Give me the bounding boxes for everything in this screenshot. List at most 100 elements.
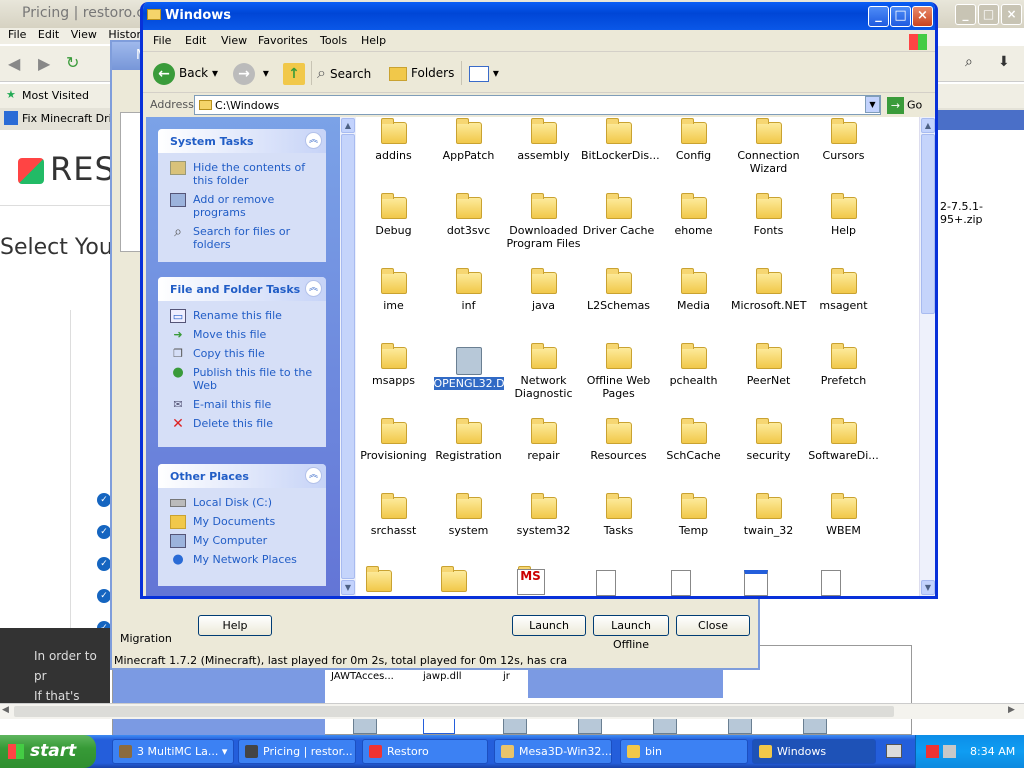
maximize-button[interactable]: □ (890, 6, 911, 27)
tray-app-icon[interactable] (943, 745, 956, 758)
file-item[interactable]: Registration (431, 418, 506, 462)
file-jawtaccess[interactable]: JAWTAcces... (331, 671, 394, 682)
file-item[interactable]: inf (431, 268, 506, 312)
task-search-files[interactable]: ⌕ Search for files or folders (158, 222, 326, 254)
file-item[interactable]: ehome (656, 193, 731, 237)
file-item[interactable]: BitLockerDis... (581, 118, 660, 162)
file-item[interactable]: security (731, 418, 806, 462)
text-file-icon[interactable] (793, 570, 868, 596)
file-item[interactable]: twain_32 (731, 493, 806, 537)
clock[interactable]: 8:34 AM (970, 745, 1015, 758)
file-tasks-header[interactable]: File and Folder Tasks (158, 277, 326, 301)
up-folder-button[interactable]: ↑ (283, 61, 309, 85)
launch-offline-button[interactable]: Launch Offline (593, 615, 669, 651)
file-item[interactable]: msapps (356, 343, 431, 387)
text-file-icon[interactable] (568, 570, 643, 596)
file-item[interactable]: L2Schemas (581, 268, 656, 312)
launch-button[interactable]: Launch (512, 615, 586, 636)
file-item[interactable]: SchCache (656, 418, 731, 462)
scroll-up-icon[interactable]: ▲ (341, 118, 355, 133)
folders-button[interactable]: Folders (389, 61, 454, 85)
file-list-scrollbar[interactable]: ▲ ▼ (919, 117, 935, 596)
file-item[interactable]: Offline Web Pages (581, 343, 656, 400)
file-item[interactable]: Provisioning (356, 418, 431, 462)
system-tasks-header[interactable]: System Tasks (158, 129, 326, 153)
scroll-left-icon[interactable]: ◀ (2, 705, 9, 715)
file-item[interactable]: WBEM (806, 493, 881, 537)
menu-file[interactable]: File (153, 34, 171, 47)
go-button[interactable]: → Go (887, 97, 922, 114)
file-item[interactable] (416, 566, 491, 596)
file-item[interactable]: Resources (581, 418, 656, 462)
file-item[interactable]: Help (806, 193, 881, 237)
scroll-up-icon[interactable]: ▲ (921, 118, 935, 133)
taskbar-pricing[interactable]: Pricing | restor... (238, 739, 356, 764)
browser-reload-icon[interactable]: ↻ (66, 53, 79, 72)
file-item[interactable]: assembly (506, 118, 581, 162)
menu-tools[interactable]: Tools (320, 34, 347, 47)
file-item[interactable]: Temp (656, 493, 731, 537)
file-jr[interactable]: jr (503, 671, 510, 682)
taskbar-restoro[interactable]: Restoro (362, 739, 488, 764)
address-input[interactable]: C:\Windows (194, 95, 881, 115)
place-my-network[interactable]: ● My Network Places (158, 550, 326, 569)
file-item[interactable]: Media (656, 268, 731, 312)
back-button[interactable]: ← Back ▾ (153, 61, 218, 85)
file-item[interactable]: AppPatch (431, 118, 506, 162)
browser-search-icon[interactable]: ⌕ (965, 54, 973, 70)
taskbar-multimc[interactable]: 3 MultiMC La... ▾ (112, 739, 234, 764)
file-item[interactable]: PeerNet (731, 343, 806, 387)
taskbar-bin[interactable]: bin (620, 739, 748, 764)
file-item[interactable]: OPENGL32.DLL (431, 347, 517, 390)
taskbar-mesa3d[interactable]: Mesa3D-Win32... (494, 739, 612, 764)
file-item[interactable]: Downloaded Program Files (506, 193, 581, 250)
scroll-down-icon[interactable]: ▼ (341, 580, 355, 595)
place-local-disk[interactable]: Local Disk (C:) (158, 493, 326, 512)
scroll-thumb[interactable] (341, 134, 355, 579)
menu-favorites[interactable]: Favorites (258, 34, 308, 47)
browser-close-button[interactable]: × (1001, 4, 1022, 25)
tray-restoro-icon[interactable] (926, 745, 939, 758)
collapse-chevron-icon[interactable]: ︽ (305, 467, 322, 484)
views-button[interactable]: ▾ (469, 61, 499, 85)
task-rename[interactable]: ▭ Rename this file (158, 306, 326, 325)
file-item[interactable]: msagent (806, 268, 881, 312)
file-item[interactable]: repair (506, 418, 581, 462)
file-item[interactable]: dot3svc (431, 193, 506, 237)
file-item[interactable]: ime (356, 268, 431, 312)
task-move[interactable]: ➜ Move this file (158, 325, 326, 344)
start-button[interactable]: start (0, 735, 96, 768)
task-copy[interactable]: ❐ Copy this file (158, 344, 326, 363)
file-item[interactable]: Prefetch (806, 343, 881, 387)
scroll-right-icon[interactable]: ▶ (1008, 705, 1015, 715)
scroll-thumb[interactable] (921, 134, 935, 314)
browser-maximize-button[interactable]: □ (978, 4, 999, 25)
menu-edit[interactable]: Edit (185, 34, 206, 47)
file-item[interactable]: Debug (356, 193, 431, 237)
help-button[interactable]: Help (198, 615, 272, 636)
browser-menu-edit[interactable]: Edit (38, 28, 59, 41)
search-button[interactable]: ⌕ Search (317, 61, 371, 85)
browser-back-icon[interactable]: ◀ (8, 54, 20, 73)
file-item[interactable]: Network Diagnostic (506, 343, 581, 400)
text-file-icon[interactable] (643, 570, 718, 596)
collapse-chevron-icon[interactable]: ︽ (305, 280, 322, 297)
task-delete[interactable]: ✕ Delete this file (158, 414, 326, 433)
forward-button[interactable]: → ▾ (233, 61, 269, 85)
scroll-down-icon[interactable]: ▼ (921, 580, 935, 595)
place-my-computer[interactable]: My Computer (158, 531, 326, 550)
taskbar-windows[interactable]: Windows (752, 739, 876, 764)
task-pane-scrollbar[interactable]: ▲ ▼ (340, 117, 356, 596)
task-hide-contents[interactable]: Hide the contents of this folder (158, 158, 326, 190)
file-item[interactable]: addins (356, 118, 431, 162)
browser-minimize-button[interactable]: _ (955, 4, 976, 25)
file-item[interactable]: Tasks (581, 493, 656, 537)
keyboard-icon[interactable] (886, 744, 902, 758)
other-places-header[interactable]: Other Places (158, 464, 326, 488)
file-item[interactable]: Cursors (806, 118, 881, 162)
task-add-remove-programs[interactable]: Add or remove programs (158, 190, 326, 222)
file-jawp[interactable]: jawp.dll (423, 671, 462, 682)
close-button[interactable]: Close (676, 615, 750, 636)
file-item[interactable]: Config (656, 118, 731, 162)
browser-menu-view[interactable]: View (71, 28, 97, 41)
